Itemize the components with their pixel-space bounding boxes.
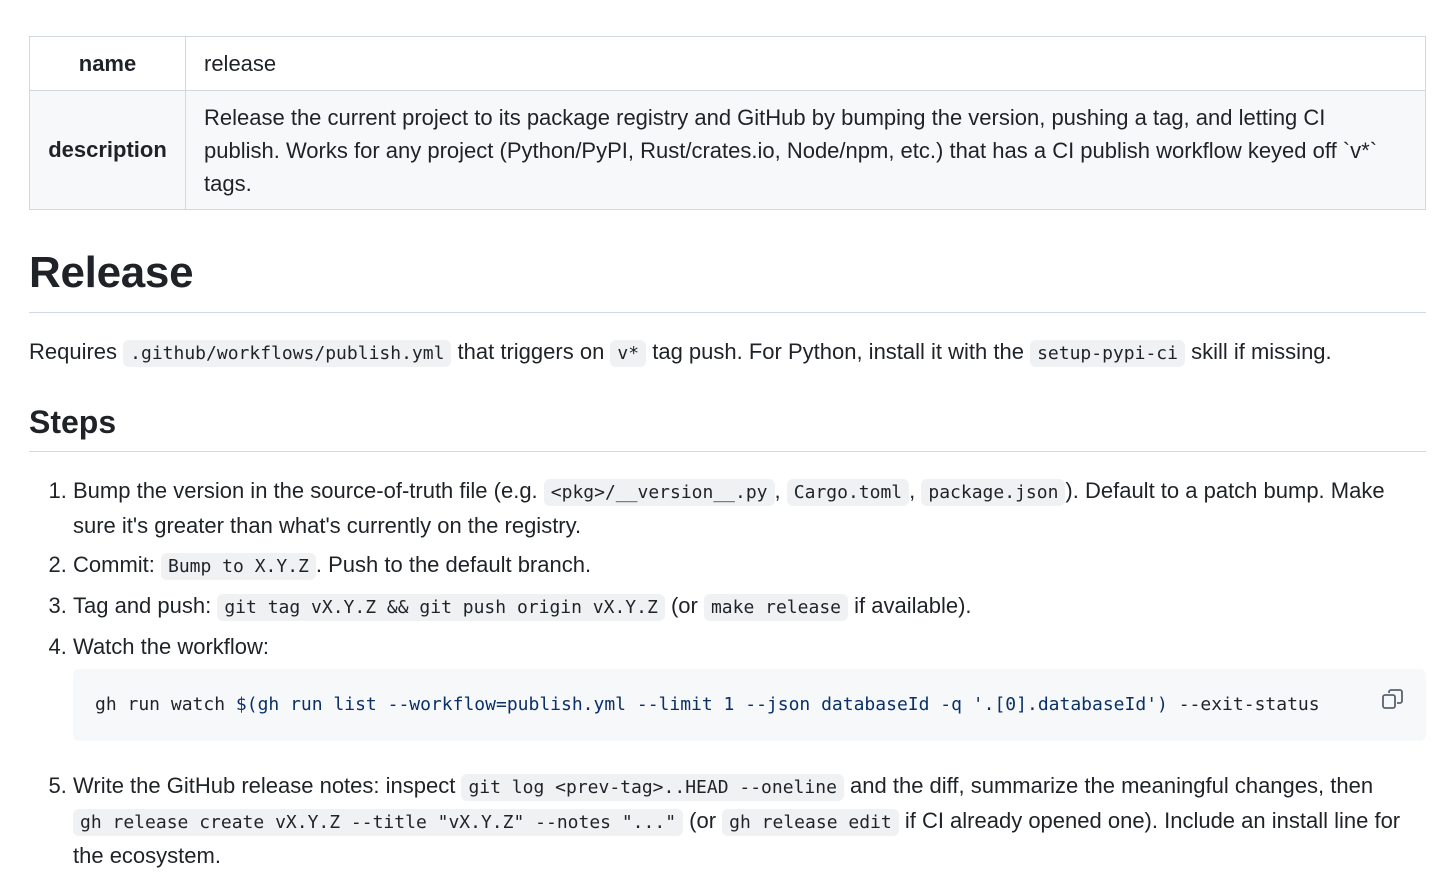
markdown-body: name release description Release the cur… — [29, 36, 1426, 878]
steps-list: Bump the version in the source-of-truth … — [29, 474, 1426, 872]
step-1-code-version-file: <pkg>/__version__.py — [543, 479, 775, 506]
front-matter-row-name: name release — [29, 36, 1426, 91]
step-3-code-tag-push: git tag vX.Y.Z && git push origin vX.Y.Z — [217, 594, 665, 621]
watch-code-flag: --exit-status — [1167, 694, 1320, 715]
front-matter-table: name release description Release the cur… — [29, 36, 1426, 210]
copy-icon[interactable] — [1380, 687, 1406, 713]
requirements-text-3: tag push. For Python, install it with th… — [646, 339, 1031, 364]
requirements-text-2: that triggers on — [451, 339, 611, 364]
front-matter-value-name: release — [185, 36, 1426, 91]
step-5-text-3: (or — [683, 808, 723, 833]
requirements-code-skill: setup-pypi-ci — [1030, 340, 1185, 367]
step-3-text-2: (or — [664, 593, 704, 618]
step-item-4: Watch the workflow: gh run watch $(gh ru… — [73, 630, 1426, 741]
step-item-5: Write the GitHub release notes: inspect … — [73, 769, 1426, 872]
step-1-text-2: , — [774, 478, 787, 503]
step-5-code-release-create: gh release create vX.Y.Z --title "vX.Y.Z… — [73, 809, 684, 836]
step-3-text-1: Tag and push: — [73, 593, 218, 618]
requirements-text-4: skill if missing. — [1184, 339, 1332, 364]
steps-heading: Steps — [29, 402, 1426, 452]
watch-code-block[interactable]: gh run watch $(gh run list --workflow=pu… — [73, 669, 1426, 741]
step-5-code-git-log: git log <prev-tag>..HEAD --oneline — [461, 774, 844, 801]
watch-code-subshell: $(gh run list --workflow=publish.yml --l… — [235, 694, 1168, 715]
step-1-text-1: Bump the version in the source-of-truth … — [73, 478, 544, 503]
step-3-text-3: if available). — [848, 593, 972, 618]
step-1-text-3: , — [909, 478, 922, 503]
step-2-text-1: Commit: — [73, 552, 161, 577]
step-5-text-1: Write the GitHub release notes: inspect — [73, 773, 462, 798]
step-5-code-release-edit: gh release edit — [722, 809, 899, 836]
step-4-text-1: Watch the workflow: — [73, 634, 270, 659]
watch-code-command: gh run watch — [95, 694, 236, 715]
step-1-code-cargo: Cargo.toml — [786, 479, 910, 506]
step-1-code-package-json: package.json — [921, 479, 1066, 506]
requirements-code-workflow-path: .github/workflows/publish.yml — [123, 340, 452, 367]
step-5-text-2: and the diff, summarize the meaningful c… — [843, 773, 1374, 798]
requirements-text-1: Requires — [29, 339, 124, 364]
step-item-1: Bump the version in the source-of-truth … — [73, 474, 1426, 542]
step-2-code-commit-message: Bump to X.Y.Z — [161, 553, 316, 580]
front-matter-row-description: description Release the current project … — [29, 90, 1426, 210]
front-matter-key-description: description — [29, 90, 186, 210]
watch-code-text[interactable]: gh run watch $(gh run list --workflow=pu… — [95, 690, 1365, 720]
requirements-code-tag-pattern: v* — [610, 340, 647, 367]
step-item-3: Tag and push: git tag vX.Y.Z && git push… — [73, 589, 1426, 624]
step-3-code-make-release: make release — [703, 594, 848, 621]
front-matter-value-description: Release the current project to its packa… — [185, 90, 1426, 210]
front-matter-key-name: name — [29, 36, 186, 91]
step-item-2: Commit: Bump to X.Y.Z. Push to the defau… — [73, 548, 1426, 583]
step-2-text-2: . Push to the default branch. — [315, 552, 592, 577]
page-title: Release — [29, 246, 1426, 313]
requirements-paragraph: Requires .github/workflows/publish.yml t… — [29, 335, 1426, 371]
